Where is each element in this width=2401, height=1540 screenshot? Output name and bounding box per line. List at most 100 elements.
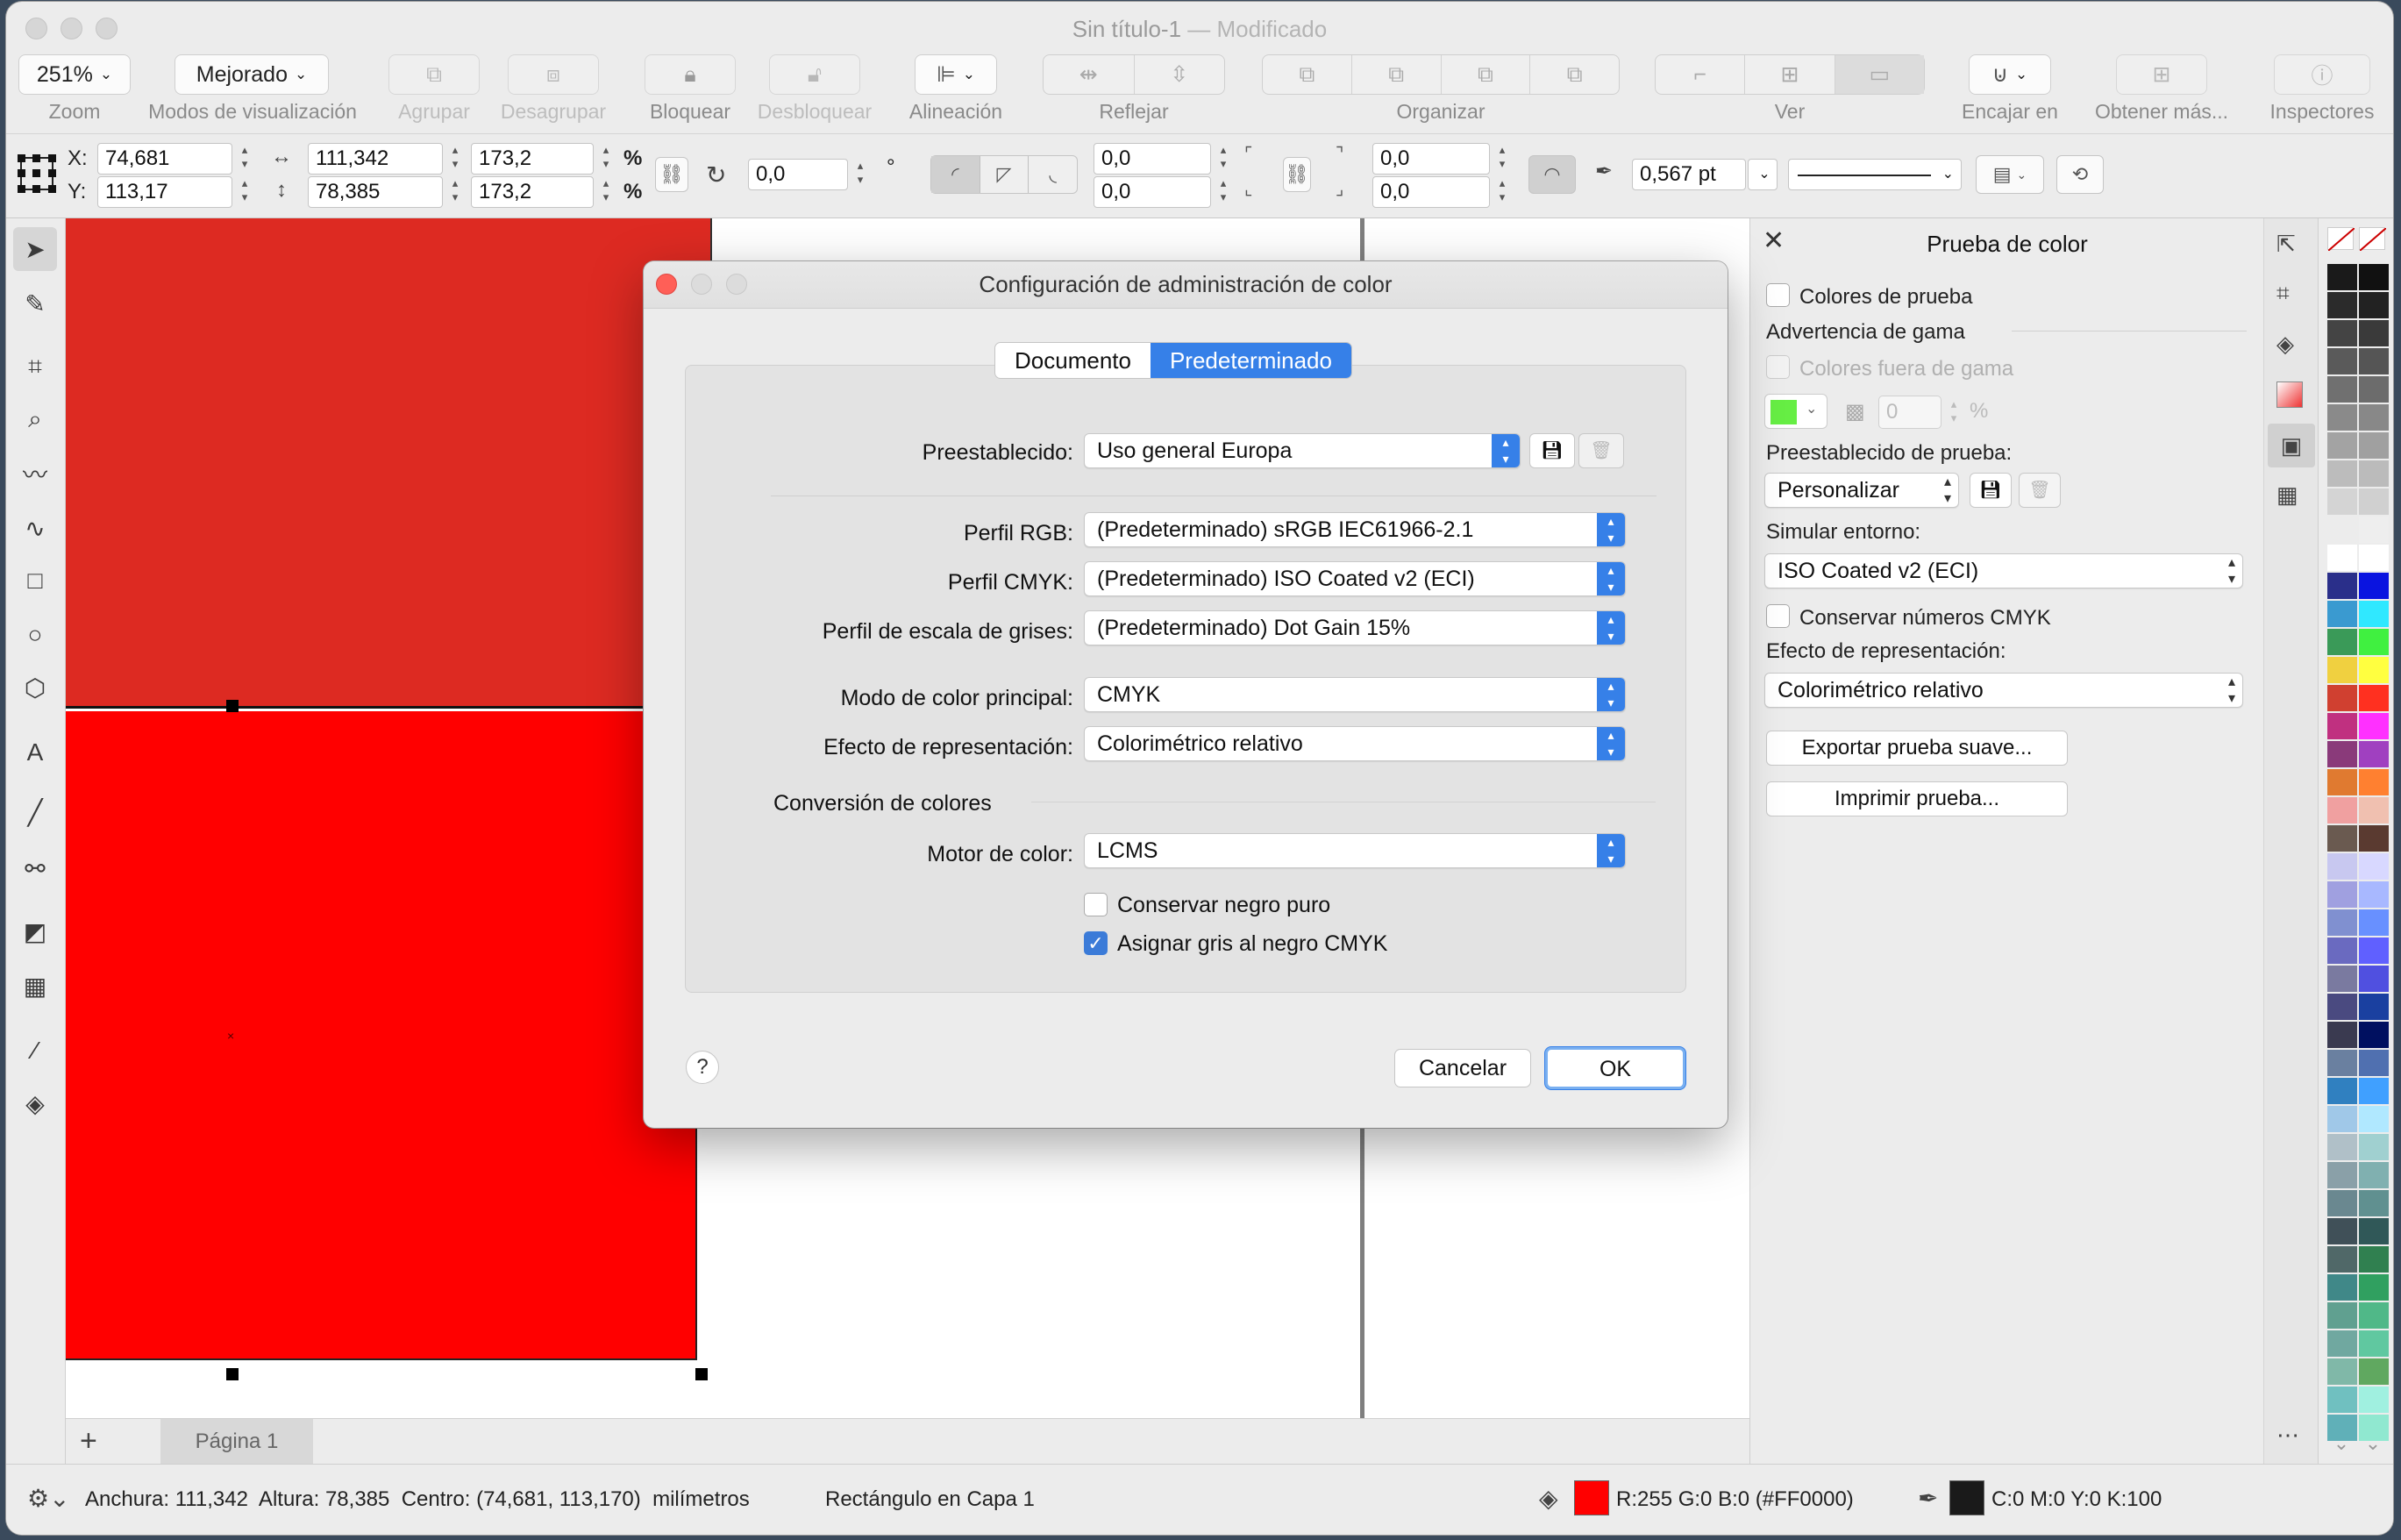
bring-forward-icon[interactable]: ⧉	[1352, 55, 1442, 94]
color-swatch[interactable]	[2359, 517, 2389, 543]
gamut-opacity-field[interactable]: 0	[1878, 396, 1941, 429]
color-swatch[interactable]	[2327, 1106, 2357, 1132]
unlock-button[interactable]: 🔓︎	[769, 54, 860, 95]
scroll-down-icon[interactable]: ⌄	[2362, 1432, 2383, 1454]
freehand-tool-icon[interactable]: 〰	[13, 452, 57, 496]
save-preset-icon[interactable]: 💾︎	[1529, 433, 1575, 468]
color-swatch[interactable]	[2327, 685, 2357, 711]
color-swatch[interactable]	[2327, 1134, 2357, 1160]
color-swatch[interactable]	[2327, 994, 2357, 1020]
flip-horizontal-icon[interactable]: ⇹	[1044, 55, 1135, 94]
color-swatch[interactable]	[2359, 1246, 2389, 1273]
corner-top-left-stepper[interactable]: ▴ ▾	[1215, 143, 1232, 175]
color-swatch[interactable]	[2359, 488, 2389, 515]
color-swatch[interactable]	[2327, 376, 2357, 403]
color-swatch[interactable]	[2359, 629, 2389, 655]
color-swatch[interactable]	[2327, 909, 2357, 936]
color-swatch[interactable]	[2327, 713, 2357, 739]
color-swatch[interactable]	[2327, 264, 2357, 290]
text-tool-icon[interactable]: A	[13, 731, 57, 774]
export-soft-proof-button[interactable]: Exportar prueba suave...	[1766, 731, 2068, 766]
lock-button[interactable]: 🔒︎	[645, 54, 736, 95]
color-swatch[interactable]	[2327, 657, 2357, 683]
color-swatch[interactable]	[2359, 825, 2389, 852]
node-tool-icon[interactable]: ✎	[13, 282, 57, 325]
object-inspector-icon[interactable]: ⇱	[2276, 231, 2296, 258]
lock-ratio-icon[interactable]: ⛓︎	[655, 157, 688, 192]
color-swatch[interactable]	[2359, 1134, 2389, 1160]
color-swatch[interactable]	[2359, 685, 2389, 711]
color-swatch[interactable]	[2359, 264, 2389, 290]
color-swatch[interactable]	[2327, 1218, 2357, 1244]
proof-preset-select[interactable]: Personalizar ▴ ▾	[1764, 473, 1959, 508]
red-rectangle-top[interactable]	[66, 218, 712, 708]
color-swatch[interactable]	[2327, 1022, 2357, 1048]
color-swatch[interactable]	[2359, 797, 2389, 823]
color-swatch[interactable]	[2359, 432, 2389, 459]
line-tool-icon[interactable]: ╱	[13, 790, 57, 834]
scale-corners-icon[interactable]: ◠	[1528, 155, 1576, 194]
tab-document[interactable]: Documento	[995, 343, 1151, 378]
scale-height-field[interactable]: 173,2	[471, 176, 594, 208]
color-swatch[interactable]	[2327, 1162, 2357, 1188]
color-swatch[interactable]	[2327, 404, 2357, 431]
color-swatch[interactable]	[2359, 1387, 2389, 1413]
selection-handle[interactable]	[226, 1368, 239, 1380]
keep-pure-black-checkbox[interactable]	[1084, 893, 1108, 916]
no-stroke-swatch[interactable]	[2359, 227, 2387, 252]
scale-height-stepper[interactable]: ▴ ▾	[597, 176, 615, 208]
color-swatch[interactable]	[2327, 573, 2357, 599]
transparency-tool-icon[interactable]: ▦	[13, 964, 57, 1008]
width-field[interactable]: 111,342	[308, 143, 443, 175]
color-swatch[interactable]	[2359, 292, 2389, 318]
color-swatch[interactable]	[2359, 573, 2389, 599]
grid-icon[interactable]: ⊞	[1745, 55, 1835, 94]
zoom-dropdown[interactable]: 251% ⌄	[18, 54, 131, 95]
color-swatch[interactable]	[2327, 517, 2357, 543]
more-icon[interactable]: ⋯	[2276, 1422, 2299, 1449]
stroke-width-dropdown[interactable]: ⌄	[1748, 159, 1778, 190]
color-swatch[interactable]	[2359, 909, 2389, 936]
scroll-down-icon[interactable]: ⌄	[2331, 1432, 2352, 1454]
dialog-minimize-button[interactable]	[691, 274, 712, 295]
color-swatch[interactable]	[2359, 1358, 2389, 1385]
print-proof-button[interactable]: Imprimir prueba...	[1766, 781, 2068, 816]
color-swatch[interactable]	[2327, 1387, 2357, 1413]
red-rectangle-selected[interactable]	[66, 711, 697, 1360]
color-swatch[interactable]	[2327, 1274, 2357, 1301]
color-swatch[interactable]	[2327, 1358, 2357, 1385]
map-gray-black-checkbox[interactable]: ✓	[1084, 931, 1108, 955]
color-mode-select[interactable]: CMYK ▴ ▾	[1084, 677, 1626, 712]
rendering-intent-select[interactable]: Colorimétrico relativo ▴ ▾	[1084, 726, 1626, 761]
color-swatch[interactable]	[2327, 1050, 2357, 1076]
bezier-tool-icon[interactable]: ∿	[13, 506, 57, 550]
stroke-options-dropdown[interactable]: ▤ ⌄	[1976, 155, 2044, 194]
color-swatch[interactable]	[2359, 1190, 2389, 1216]
color-swatch[interactable]	[2327, 460, 2357, 487]
color-swatch[interactable]	[2327, 292, 2357, 318]
height-field[interactable]: 78,385	[308, 176, 443, 208]
settings-gear-icon[interactable]: ⚙︎⌄	[27, 1484, 70, 1513]
fill-tool-icon[interactable]: ◈	[13, 1081, 57, 1125]
gamut-color-dropdown[interactable]: ⌄	[1764, 394, 1827, 429]
color-swatch[interactable]	[2359, 966, 2389, 992]
out-of-gamut-checkbox[interactable]	[1766, 355, 1790, 379]
width-stepper[interactable]: ▴ ▾	[446, 143, 464, 175]
inspectors-button[interactable]: ⓘ	[2274, 54, 2370, 95]
color-swatch[interactable]	[2359, 601, 2389, 627]
view-mode-dropdown[interactable]: Mejorado ⌄	[175, 54, 329, 95]
tab-default[interactable]: Predeterminado	[1150, 343, 1351, 378]
swatches-inspector-icon[interactable]: ▦	[2276, 481, 2298, 509]
rotation-field[interactable]: 0,0	[748, 159, 848, 190]
rgb-profile-select[interactable]: (Predeterminado) sRGB IEC61966-2.1 ▴ ▾	[1084, 512, 1626, 547]
connector-tool-icon[interactable]: ⚯	[13, 846, 57, 890]
selection-handle[interactable]	[695, 1368, 708, 1380]
help-button[interactable]: ?	[686, 1051, 719, 1084]
shadow-tool-icon[interactable]: ◩	[13, 909, 57, 953]
color-swatch[interactable]	[2359, 404, 2389, 431]
preserve-cmyk-checkbox[interactable]	[1766, 604, 1790, 628]
color-swatch[interactable]	[2327, 769, 2357, 795]
rectangle-tool-icon[interactable]: □	[13, 559, 57, 602]
color-swatch[interactable]	[2359, 881, 2389, 908]
color-swatch[interactable]	[2359, 320, 2389, 346]
